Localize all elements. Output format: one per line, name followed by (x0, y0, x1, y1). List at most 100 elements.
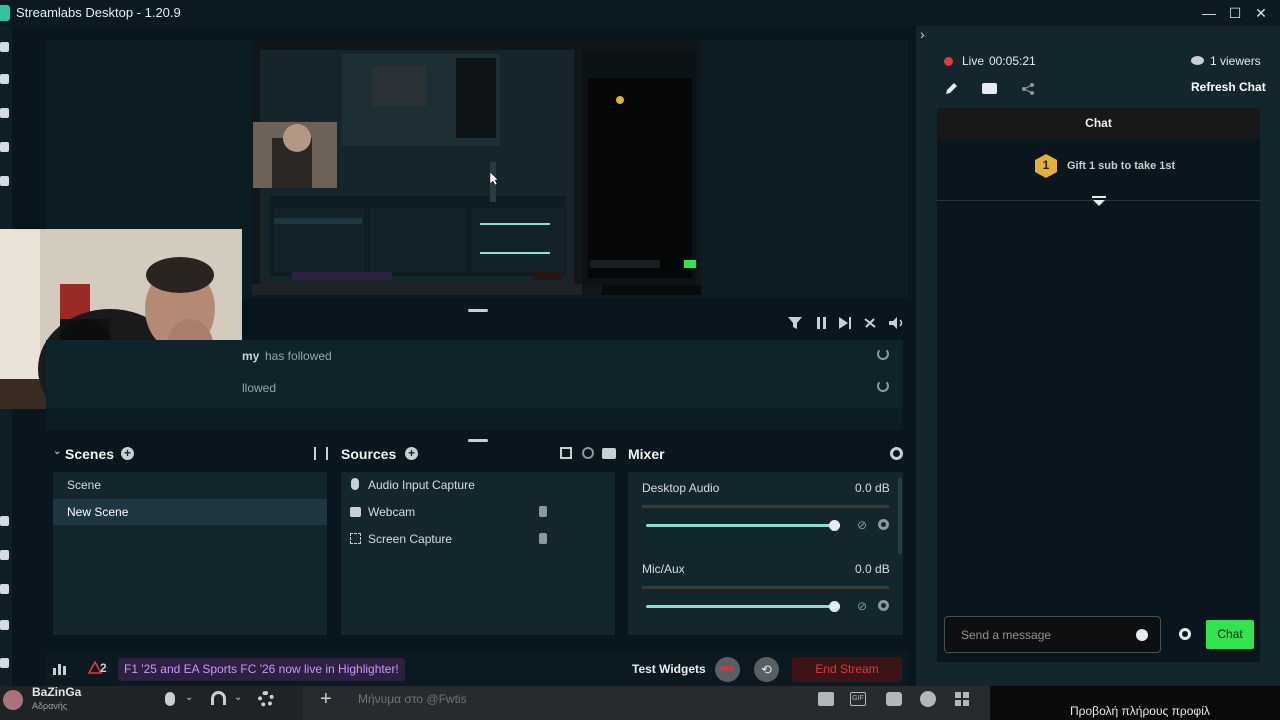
pause-icon (817, 317, 826, 329)
discord-status: Αδρανής (32, 701, 68, 711)
mouse-cursor (490, 172, 498, 185)
lock-icon[interactable] (539, 533, 547, 544)
audio-meter-peak (642, 589, 889, 591)
scene-item-selected[interactable]: New Scene (53, 499, 327, 525)
gift-badge-number: 1 (1042, 158, 1050, 172)
mixer-scrollbar[interactable] (898, 478, 902, 554)
sources-list: Audio Input Capture Webcam Screen Captur… (341, 472, 615, 635)
nav-settings-icon[interactable] (0, 620, 9, 630)
record-button[interactable]: REC (715, 657, 740, 682)
microphone-icon (351, 478, 359, 490)
close-button[interactable]: ✕ (1250, 3, 1272, 23)
viewer-count: 1 viewers (1210, 54, 1261, 68)
mixer-channel-label: Mic/Aux (642, 562, 685, 576)
mute-icon[interactable]: ⊘ (857, 519, 869, 531)
refresh-chat-button[interactable]: Refresh Chat (1191, 80, 1266, 94)
scene-item[interactable]: Scene (67, 478, 101, 492)
repeat-alert-icon[interactable] (877, 348, 889, 360)
chat-input-placeholder: Send a message (961, 628, 1052, 642)
replay-buffer-icon[interactable]: ⟲ (754, 657, 779, 682)
eye-icon (1191, 56, 1204, 65)
emoji-icon[interactable] (1136, 629, 1148, 641)
source-settings-icon[interactable] (582, 447, 594, 459)
event-text: llowed (242, 381, 277, 395)
nav-apps3-icon[interactable] (0, 584, 9, 594)
chat-settings-icon[interactable] (1179, 628, 1191, 640)
title-bar: Streamlabs Desktop - 1.20.9 — ☐ ✕ (0, 0, 1280, 26)
gift-icon[interactable] (818, 692, 834, 706)
chevron-down-icon[interactable]: ⌄ (234, 692, 242, 703)
end-stream-button[interactable]: End Stream (792, 657, 902, 682)
volume-slider[interactable] (646, 605, 835, 608)
panel-resize-handle[interactable] (468, 309, 488, 312)
chat-send-button[interactable]: Chat (1206, 620, 1254, 649)
nav-store-icon[interactable] (0, 108, 9, 118)
nav-profile-icon[interactable] (0, 658, 9, 668)
add-scene-icon[interactable]: + (121, 447, 134, 460)
add-source-icon[interactable]: + (405, 447, 418, 460)
channel-settings-icon[interactable] (878, 600, 889, 611)
volume-slider-knob[interactable] (829, 601, 841, 612)
source-item[interactable]: Screen Capture (368, 532, 452, 546)
share-icon[interactable] (1021, 82, 1035, 96)
expand-chevron-icon[interactable] (1092, 196, 1106, 206)
app-logo (0, 5, 10, 21)
gift-sub-text[interactable]: Gift 1 sub to take 1st (1067, 160, 1175, 172)
highlighter-promo-banner[interactable]: F1 '25 and EA Sports FC '26 now live in … (118, 658, 405, 681)
warning-count: 2 (100, 661, 107, 675)
avatar[interactable] (3, 690, 23, 710)
view-full-profile-link[interactable]: Προβολή πλήρους προφίλ (1070, 704, 1210, 718)
test-widgets-button[interactable]: Test Widgets (632, 662, 706, 676)
folder-icon[interactable] (602, 448, 616, 459)
mixer-title: Mixer (628, 446, 665, 462)
profile-panel-footer: Προβολή πλήρους προφίλ (990, 686, 1280, 720)
chevron-down-icon[interactable]: ⌄ (185, 692, 193, 703)
mixer-settings-icon[interactable] (890, 447, 903, 460)
channel-settings-icon[interactable] (878, 519, 889, 530)
live-label: Live (962, 54, 985, 68)
sticker-icon[interactable] (886, 692, 902, 706)
nav-layout-icon[interactable] (0, 142, 9, 152)
nav-editor-icon[interactable] (0, 42, 9, 52)
gear-icon[interactable] (258, 691, 274, 707)
maximize-button[interactable]: ☐ (1224, 3, 1246, 23)
collapse-chevron-icon[interactable]: ⌄ (53, 446, 61, 457)
lock-icon[interactable] (539, 506, 547, 517)
gif-icon[interactable]: GIF (850, 692, 866, 706)
microphone-icon[interactable] (165, 692, 175, 706)
screen-capture-icon (350, 533, 361, 544)
volume-slider[interactable] (646, 524, 835, 527)
panel-resize-handle-lower[interactable] (468, 439, 488, 442)
nav-themes-icon[interactable] (0, 74, 9, 84)
chat-header: Chat (937, 108, 1260, 140)
emoji-icon[interactable] (920, 691, 936, 707)
mixer-channel-level: 0.0 dB (855, 562, 890, 576)
add-attachment-icon[interactable]: + (320, 689, 332, 709)
message-input[interactable]: Μήνυμα στο @Fwtis (358, 692, 467, 706)
headphones-icon[interactable] (211, 691, 226, 705)
mixer-channel-label: Desktop Audio (642, 481, 720, 495)
repeat-alert-icon[interactable] (877, 380, 889, 392)
source-item[interactable]: Audio Input Capture (368, 478, 475, 492)
volume-slider-knob[interactable] (829, 520, 841, 531)
video-camera-icon[interactable] (982, 83, 997, 94)
scene-transitions-icon[interactable] (314, 447, 328, 460)
source-group-icon[interactable] (560, 447, 572, 459)
event-name: my (242, 349, 260, 363)
nested-preview-graphic (252, 40, 701, 295)
chat-embed: Chat 1 Gift 1 sub to take 1st Send a mes… (937, 108, 1260, 662)
pencil-icon[interactable] (944, 82, 958, 96)
nav-apps2-icon[interactable] (0, 550, 9, 560)
mixer-channel-level: 0.0 dB (855, 481, 890, 495)
source-item[interactable]: Webcam (368, 505, 415, 519)
performance-icon[interactable] (53, 662, 67, 675)
minimize-button[interactable]: — (1198, 3, 1220, 23)
stream-duration: 00:05:21 (989, 54, 1036, 68)
nav-highlighter-icon[interactable] (0, 176, 9, 186)
collapse-chat-chevron-icon[interactable]: › (920, 26, 925, 42)
mute-icon[interactable]: ⊘ (857, 600, 869, 612)
chat-message-input[interactable]: Send a message (944, 616, 1161, 653)
apps-icon[interactable] (954, 691, 970, 707)
nav-apps-icon[interactable] (0, 516, 9, 526)
webcam-icon (350, 507, 361, 517)
